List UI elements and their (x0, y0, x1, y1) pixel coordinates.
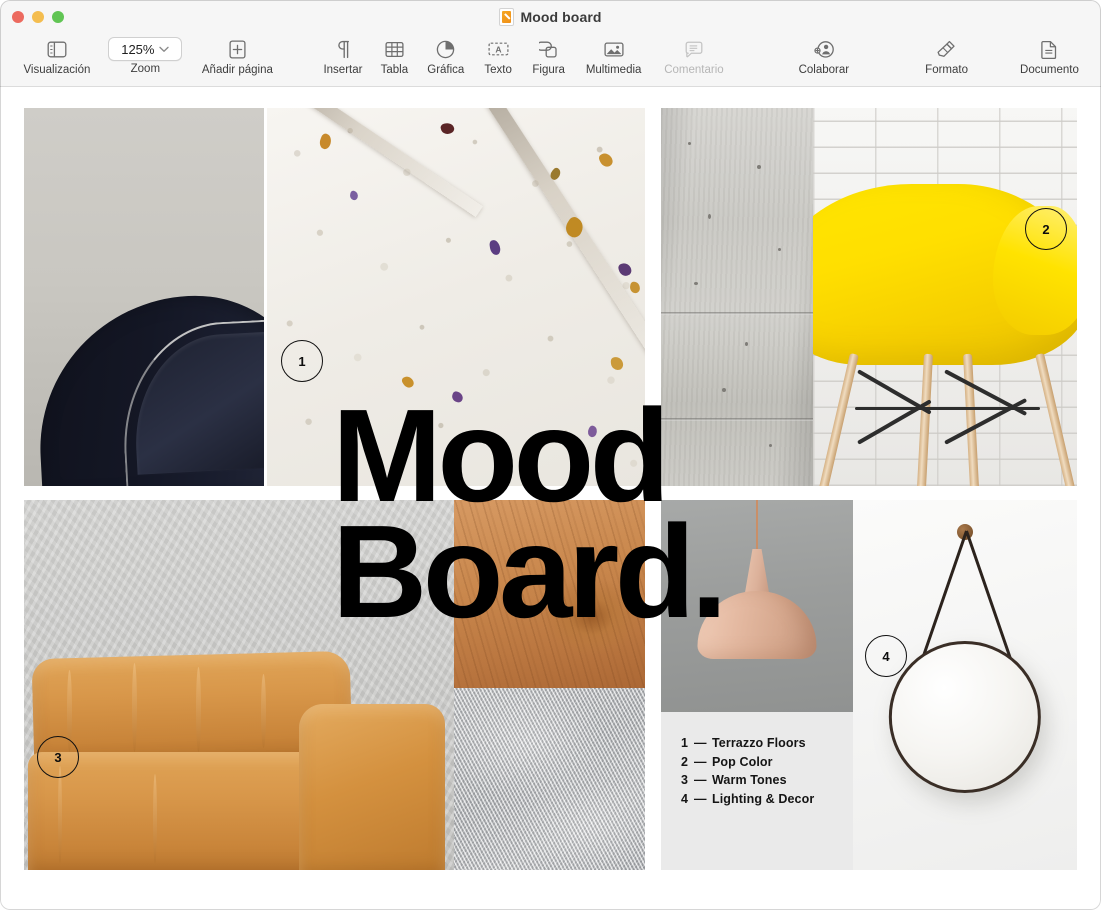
toolbar-format-label: Formato (925, 63, 968, 77)
toolbar-add-page-label: Añadir página (202, 63, 273, 77)
list-item: 4 — Lighting & Decor (681, 790, 814, 809)
toolbar-insert-label: Insertar (323, 63, 362, 77)
legend-label: Lighting & Decor (712, 790, 814, 809)
terrazzo-slab-photo[interactable] (267, 108, 645, 486)
legend-label: Terrazzo Floors (712, 734, 806, 753)
callout-badge-3[interactable]: 3 (37, 736, 79, 778)
pilcrow-icon (336, 36, 350, 62)
zoom-value: 125% (121, 42, 154, 57)
svg-text:A: A (495, 45, 501, 55)
document-icon (1041, 36, 1058, 62)
toolbar-shape-label: Figura (532, 63, 565, 77)
document-title-group: Mood board (0, 0, 1101, 34)
traffic-light-controls (12, 0, 64, 34)
callout-badge-1-number: 1 (298, 354, 305, 369)
pages-document-icon (499, 8, 514, 26)
close-window-button[interactable] (12, 11, 24, 23)
legend-dash: — (694, 753, 712, 772)
legend-panel: 1 — Terrazzo Floors 2 — Pop Color 3 — Wa… (661, 712, 853, 870)
media-image-icon (604, 36, 624, 62)
toolbar-table-label: Tabla (381, 63, 409, 77)
list-item: 2 — Pop Color (681, 753, 814, 772)
dark-leather-chair-photo[interactable] (24, 108, 264, 486)
legend-number: 3 (681, 771, 694, 790)
pages-window: Mood board Visualización 125% (0, 0, 1101, 910)
toolbar-collaborate-button[interactable]: Colaborar (786, 34, 862, 77)
toolbar-view-label: Visualización (23, 63, 90, 77)
minimize-window-button[interactable] (32, 11, 44, 23)
toolbar-comment-label: Comentario (664, 63, 723, 77)
toolbar-format-button[interactable]: Formato (912, 34, 981, 77)
legend-label: Warm Tones (712, 771, 787, 790)
comment-icon (685, 36, 703, 62)
legend-dash: — (694, 790, 712, 809)
callout-badge-2[interactable]: 2 (1025, 208, 1067, 250)
table-icon (385, 36, 404, 62)
toolbar-zoom-label: Zoom (131, 62, 160, 76)
pink-pendant-lamp-photo[interactable] (661, 500, 853, 712)
toolbar-collaborate-label: Colaborar (799, 63, 850, 77)
toolbar-view-button[interactable]: Visualización (10, 34, 104, 77)
add-page-icon (229, 36, 246, 62)
callout-badge-3-number: 3 (54, 750, 61, 765)
document-canvas[interactable]: 1 — Terrazzo Floors 2 — Pop Color 3 — Wa… (0, 87, 1101, 910)
legend-number: 1 (681, 734, 694, 753)
toolbar-chart-button[interactable]: Gráfica (418, 34, 474, 77)
toolbar-comment-button[interactable]: Comentario (652, 34, 735, 77)
callout-badge-4[interactable]: 4 (865, 635, 907, 677)
round-strap-mirror-photo[interactable] (853, 500, 1077, 870)
legend-dash: — (694, 734, 712, 753)
tan-leather-sofa-photo[interactable] (24, 500, 454, 870)
window-title-bar: Mood board (0, 0, 1101, 34)
toolbar-media-button[interactable]: Multimedia (575, 34, 653, 77)
pie-chart-icon (436, 36, 455, 62)
toolbar-media-label: Multimedia (586, 63, 642, 77)
legend-number: 2 (681, 753, 694, 772)
shapes-icon (539, 36, 558, 62)
main-toolbar: Visualización 125% Zoom Añ (0, 34, 1101, 87)
toolbar-table-button[interactable]: Tabla (371, 34, 418, 77)
wood-grain-photo[interactable] (454, 500, 645, 688)
format-brush-icon (937, 36, 957, 62)
toolbar-document-button[interactable]: Documento (1008, 34, 1091, 77)
maximize-window-button[interactable] (52, 11, 64, 23)
callout-badge-2-number: 2 (1042, 222, 1049, 237)
legend-number: 4 (681, 790, 694, 809)
chevron-down-icon (159, 46, 169, 53)
list-item: 3 — Warm Tones (681, 771, 814, 790)
toolbar-shape-button[interactable]: Figura (523, 34, 575, 77)
legend-label: Pop Color (712, 753, 773, 772)
yellow-eames-chair-photo[interactable] (813, 108, 1077, 486)
toolbar-chart-label: Gráfica (427, 63, 464, 77)
sidebar-icon (47, 36, 67, 62)
callout-badge-1[interactable]: 1 (281, 340, 323, 382)
callout-badge-4-number: 4 (882, 649, 889, 664)
zoom-dropdown[interactable]: 125% (108, 37, 182, 61)
legend-dash: — (694, 771, 712, 790)
toolbar-add-page-button[interactable]: Añadir página (187, 34, 288, 77)
toolbar-document-label: Documento (1020, 63, 1079, 77)
toolbar-text-button[interactable]: A Texto (474, 34, 523, 77)
text-box-icon: A (488, 36, 509, 62)
list-item: 1 — Terrazzo Floors (681, 734, 814, 753)
page-1[interactable]: 1 — Terrazzo Floors 2 — Pop Color 3 — Wa… (24, 108, 1077, 870)
collaborate-person-icon (814, 36, 834, 62)
raw-concrete-wall-photo[interactable] (661, 108, 813, 486)
toolbar-insert-button[interactable]: Insertar (315, 34, 371, 77)
legend-list: 1 — Terrazzo Floors 2 — Pop Color 3 — Wa… (681, 734, 814, 808)
toolbar-zoom-control[interactable]: 125% Zoom (104, 34, 187, 76)
grey-fur-throw-photo[interactable] (454, 688, 645, 870)
window-title: Mood board (520, 9, 601, 25)
toolbar-text-label: Texto (484, 63, 512, 77)
